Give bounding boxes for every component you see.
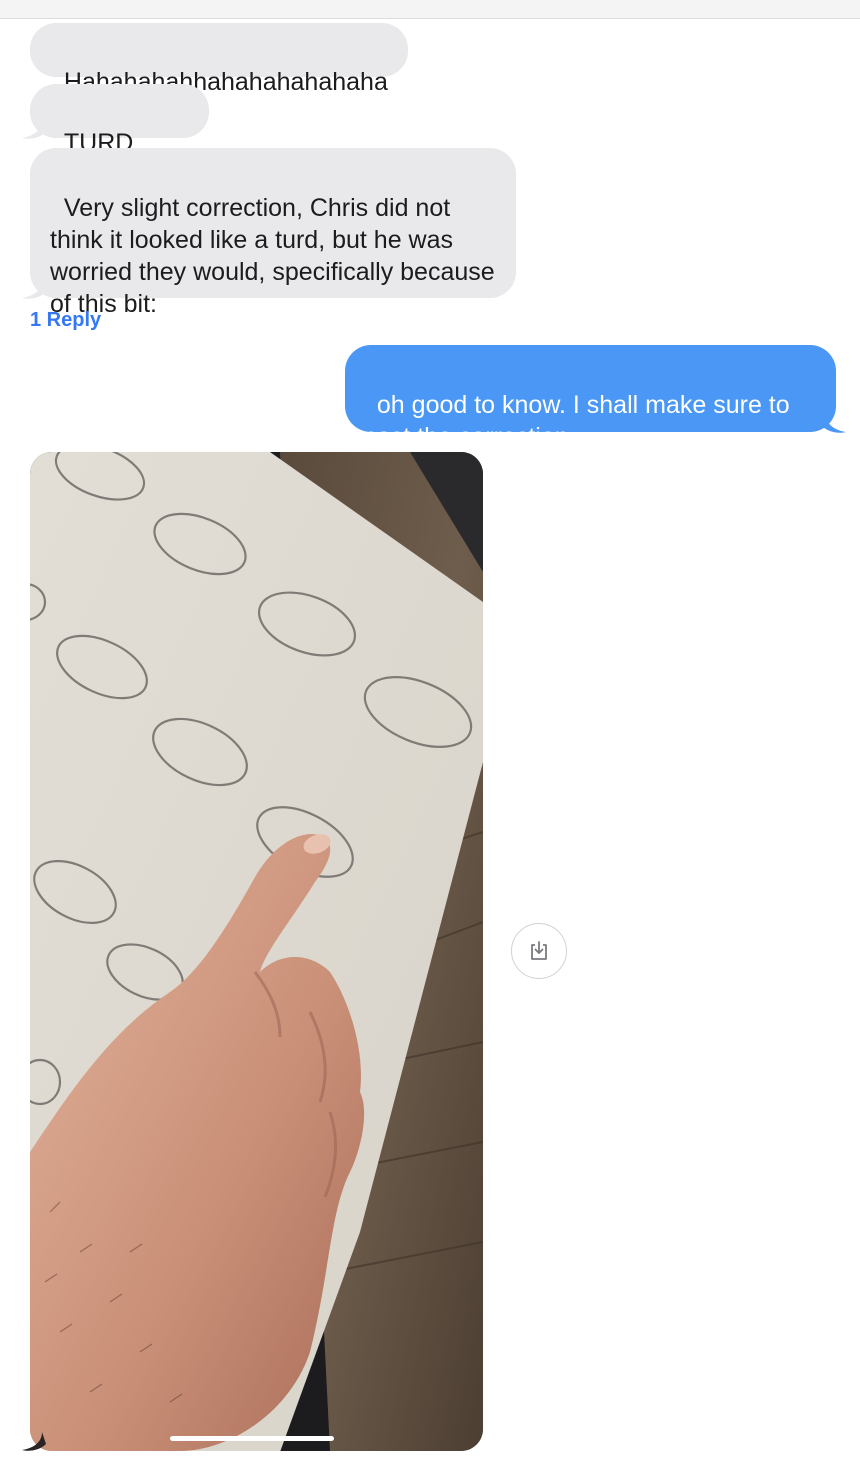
bubble-tail: [22, 1432, 46, 1451]
window-top-bar: [0, 0, 860, 19]
message-text: oh good to know. I shall make sure to po…: [363, 391, 797, 451]
thread-reply-link[interactable]: 1 Reply: [30, 309, 101, 332]
hand-pointing-at-drawing-photo: [30, 452, 483, 1451]
download-button[interactable]: [511, 923, 567, 979]
outgoing-message-bubble[interactable]: oh good to know. I shall make sure to po…: [345, 345, 836, 451]
bubble-tail: [822, 414, 846, 433]
bubble-tail: [22, 120, 46, 139]
image-attachment[interactable]: [30, 452, 483, 1451]
bubble-tail: [22, 280, 46, 299]
incoming-message-bubble[interactable]: TURD LAKE: [30, 84, 209, 189]
incoming-message-bubble[interactable]: Very slight correction, Chris did not th…: [30, 148, 516, 318]
incoming-message-bubble[interactable]: Hahahahahhahahahahahaha: [30, 23, 408, 96]
download-icon: [531, 941, 547, 960]
message-text: Very slight correction, Chris did not th…: [50, 194, 502, 318]
